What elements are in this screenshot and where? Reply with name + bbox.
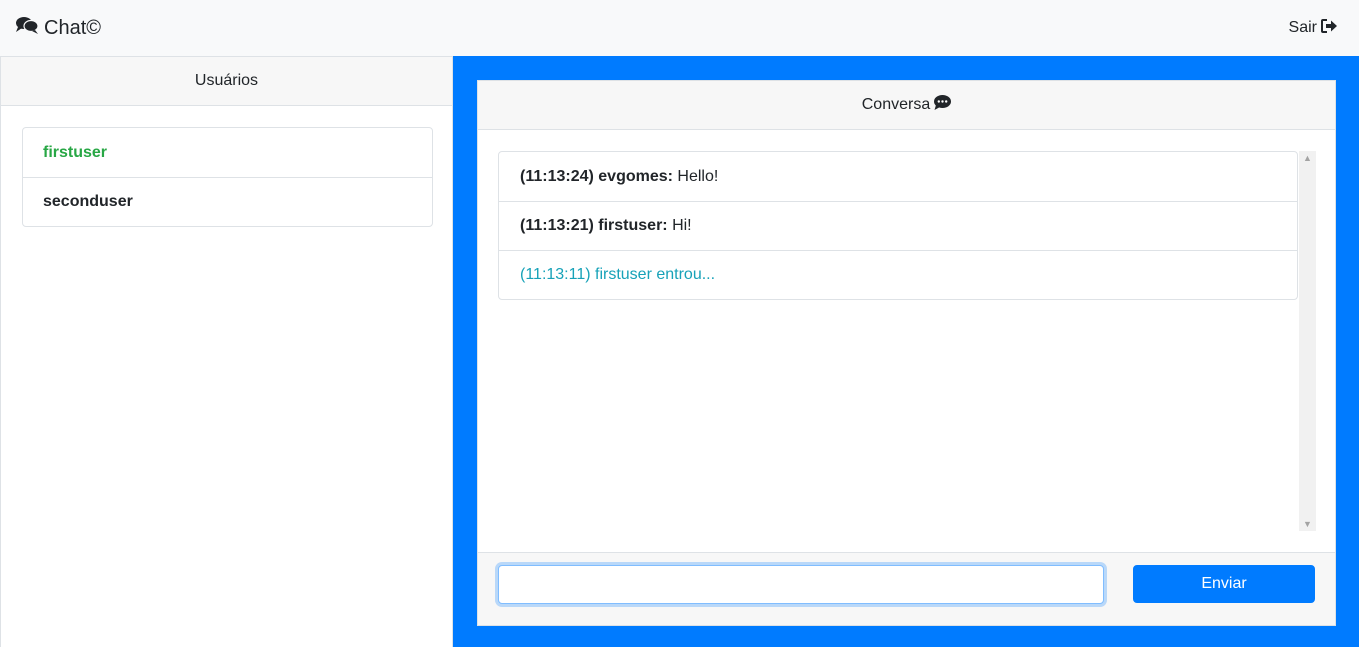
message-meta: (11:13:21) firstuser: xyxy=(520,217,668,234)
message-text: Hello! xyxy=(672,167,719,185)
message-meta: (11:13:24) evgomes: xyxy=(520,167,673,185)
sign-out-icon xyxy=(1321,18,1337,38)
chat-title: Conversa xyxy=(861,96,931,113)
messages-scroll-area[interactable]: (11:13:24) evgomes: Hello! (11:13:21) fi… xyxy=(498,151,1316,531)
logout-label: Sair xyxy=(1288,19,1317,36)
message-item: (11:13:24) evgomes: Hello! xyxy=(499,152,1297,201)
scroll-up-icon[interactable]: ▲ xyxy=(1299,151,1316,165)
message-list: (11:13:24) evgomes: Hello! (11:13:21) fi… xyxy=(498,151,1298,300)
message-input[interactable] xyxy=(498,565,1104,604)
brand-label: Chat© xyxy=(44,16,101,39)
comment-dots-icon xyxy=(934,95,952,115)
users-panel-title: Usuários xyxy=(1,57,452,106)
user-item-firstuser[interactable]: firstuser xyxy=(23,128,432,177)
system-message: (11:13:11) firstuser entrou... xyxy=(499,250,1297,299)
brand-link[interactable]: Chat© xyxy=(16,16,101,40)
navbar: Chat© Sair xyxy=(0,0,1359,56)
user-item-seconduser[interactable]: seconduser xyxy=(23,177,432,226)
send-button[interactable]: Enviar xyxy=(1133,565,1315,603)
chat-card: Conversa (11:13:24) evgomes: Hello! (11:… xyxy=(477,80,1336,626)
message-item: (11:13:21) firstuser: Hi! xyxy=(499,201,1297,250)
logout-link[interactable]: Sair xyxy=(1288,18,1343,38)
chat-area: Conversa (11:13:24) evgomes: Hello! (11:… xyxy=(453,56,1359,647)
messages-scrollbar[interactable]: ▲ ▼ xyxy=(1299,151,1316,531)
scroll-down-icon[interactable]: ▼ xyxy=(1299,517,1316,531)
user-list: firstuser seconduser xyxy=(22,127,433,227)
system-message-text: (11:13:11) firstuser entrou... xyxy=(520,266,716,283)
users-panel: Usuários firstuser seconduser xyxy=(0,56,453,647)
chat-footer: Enviar xyxy=(478,552,1335,625)
chat-header: Conversa xyxy=(478,81,1335,130)
message-text: Hi! xyxy=(667,217,692,234)
comments-icon xyxy=(16,16,39,40)
